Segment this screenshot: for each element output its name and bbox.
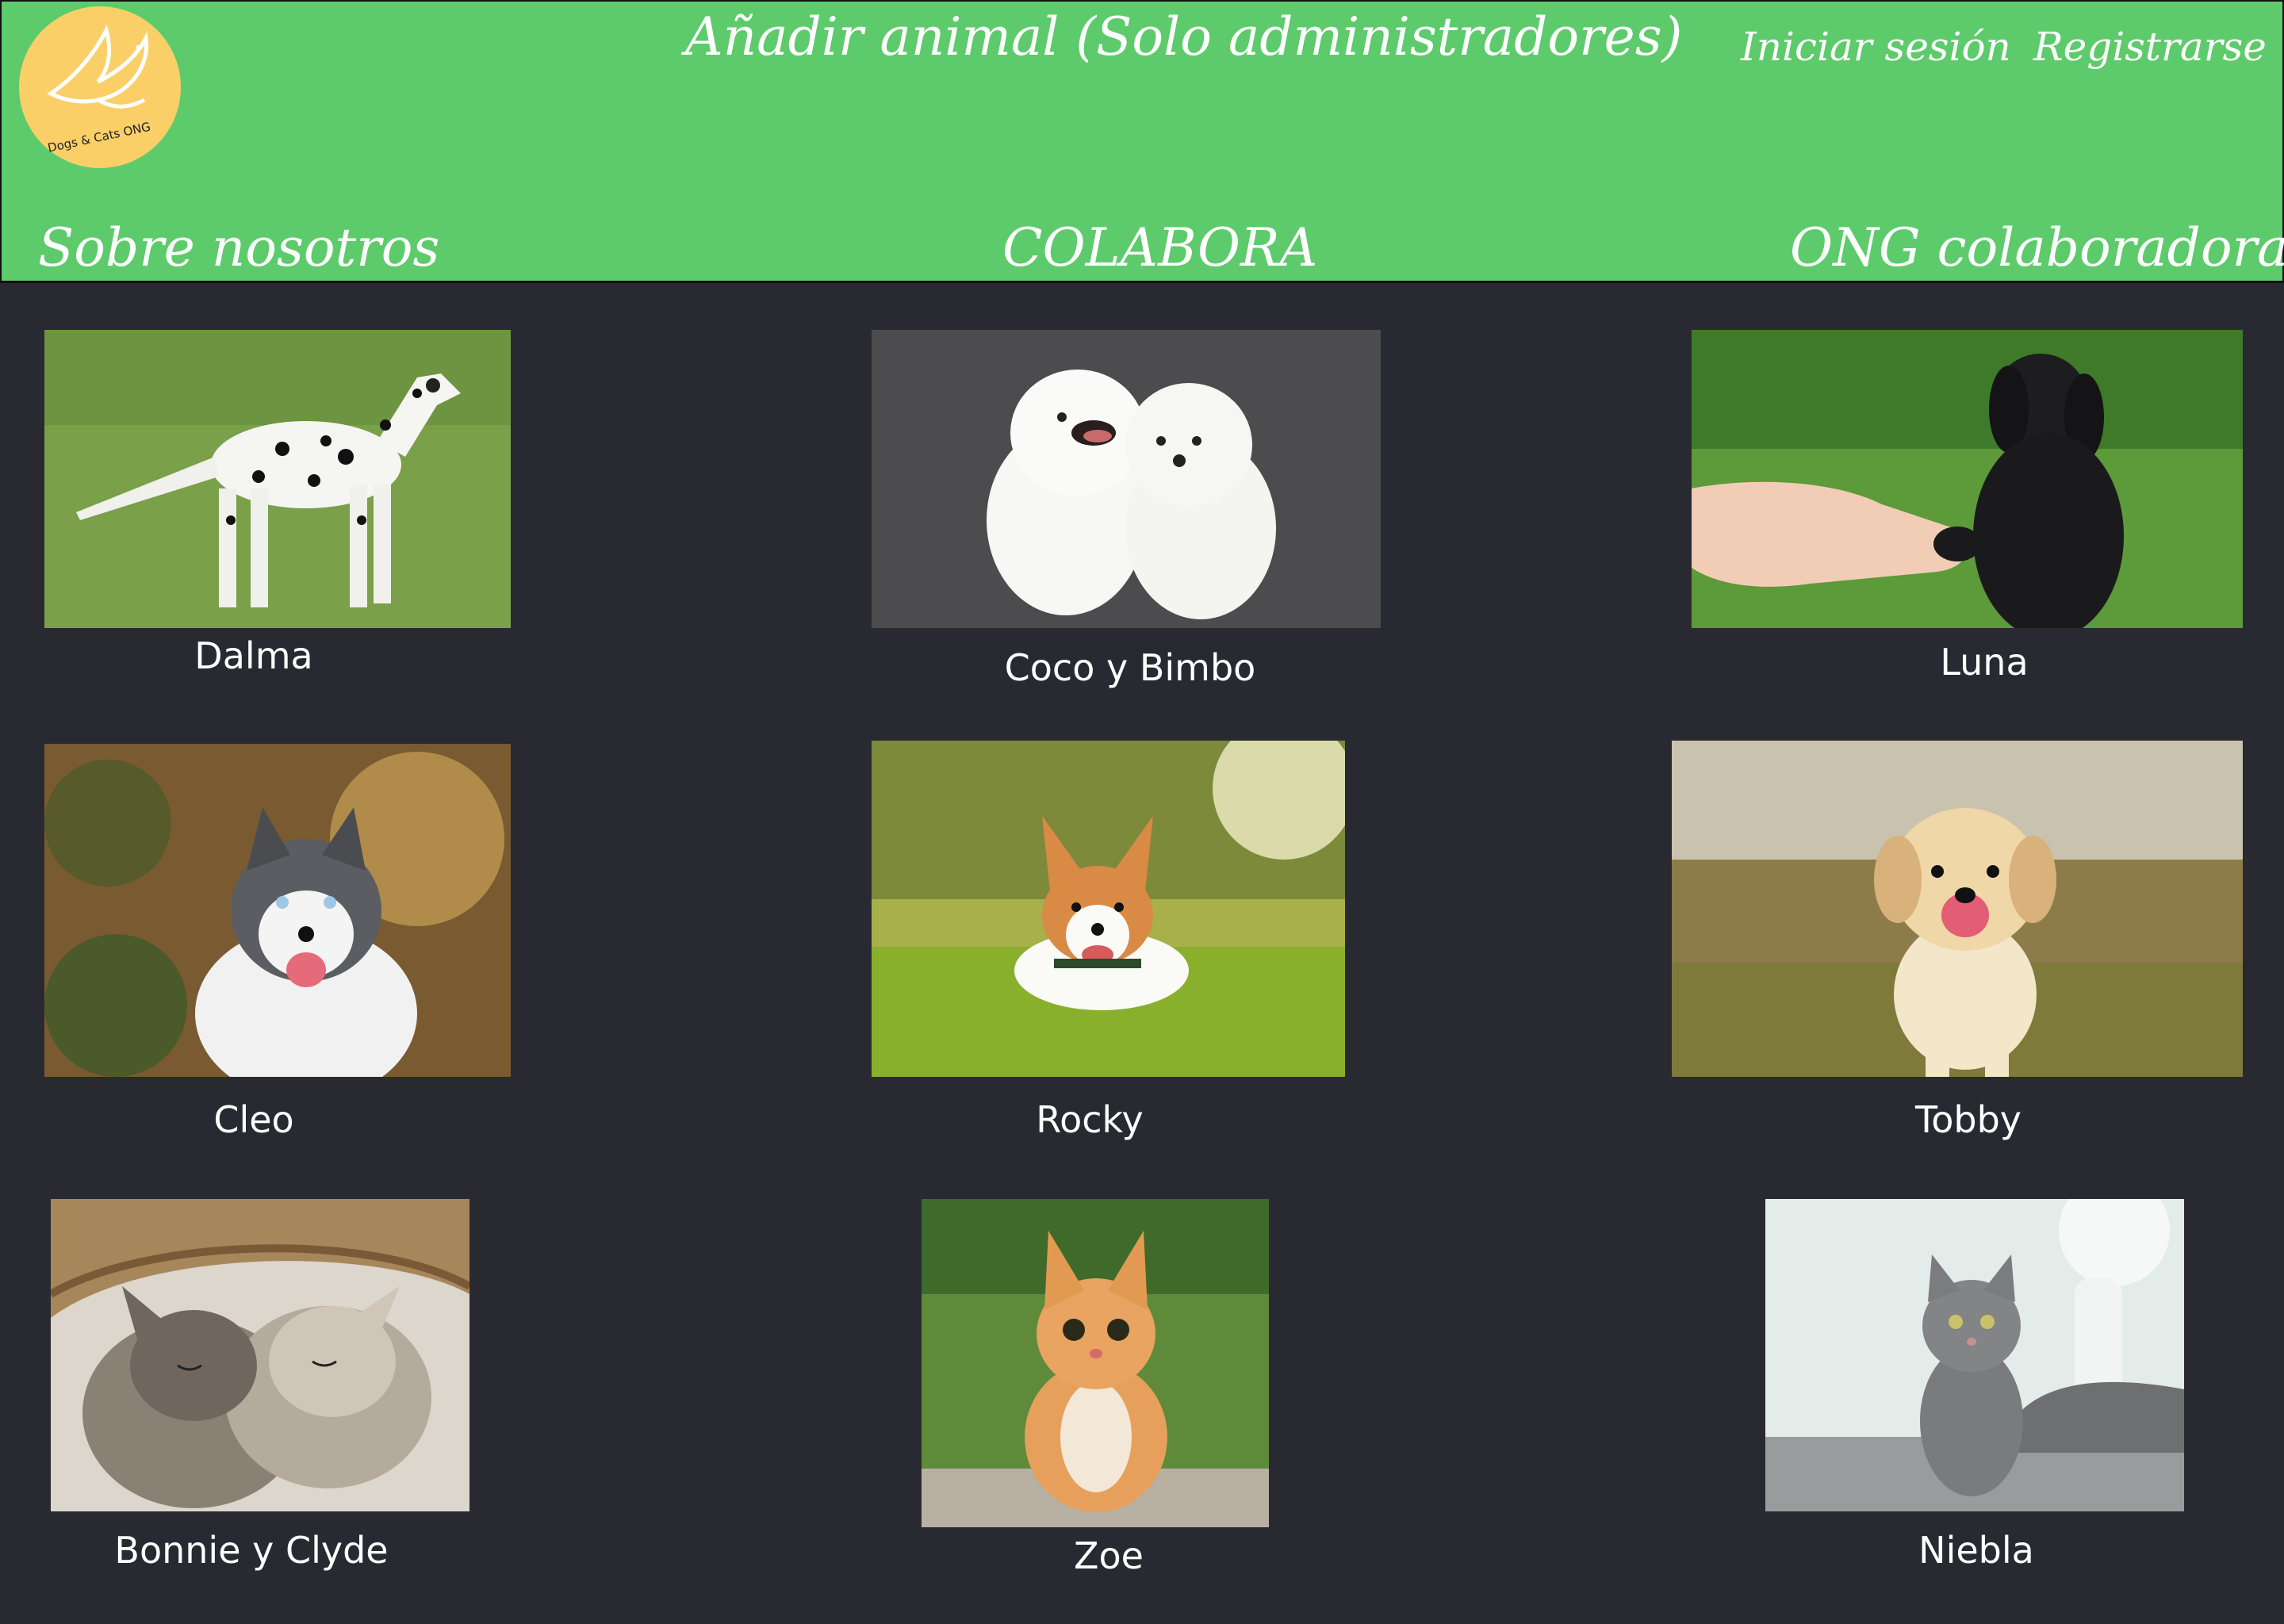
animal-name-tobby: Tobby xyxy=(1914,1098,2022,1141)
dove-logo-icon: Dogs & Cats ONG xyxy=(46,24,151,155)
husky-photo[interactable] xyxy=(44,744,511,1077)
site-header: Dogs & Cats ONG Añadir animal (Solo admi… xyxy=(0,0,2284,283)
animal-name-zoe: Zoe xyxy=(1074,1534,1144,1577)
nav-partner-ngos[interactable]: ONG colaboradoras xyxy=(1790,217,2284,278)
register-link[interactable]: Registrarse xyxy=(2033,24,2267,70)
white-puppies-photo[interactable] xyxy=(872,330,1381,628)
orange-kitten-photo[interactable] xyxy=(922,1199,1269,1527)
animal-name-bonnie-y-clyde: Bonnie y Clyde xyxy=(114,1529,389,1572)
add-animal-link[interactable]: Añadir animal (Solo administradores) xyxy=(685,6,1682,67)
animal-name-cleo: Cleo xyxy=(213,1098,294,1141)
nav-about-us[interactable]: Sobre nosotros xyxy=(38,217,439,278)
corgi-photo[interactable] xyxy=(872,741,1345,1077)
logo[interactable]: Dogs & Cats ONG xyxy=(19,6,181,168)
nav-collaborate[interactable]: COLABORA xyxy=(1002,217,1317,278)
animal-name-dalma: Dalma xyxy=(194,634,313,677)
kittens-basket-photo[interactable] xyxy=(51,1199,469,1511)
dalmatian-photo[interactable] xyxy=(44,330,511,628)
golden-puppy-photo[interactable] xyxy=(1672,741,2243,1077)
login-link[interactable]: Iniciar sesión xyxy=(1741,24,2011,70)
animal-name-coco-y-bimbo: Coco y Bimbo xyxy=(1004,646,1256,689)
logo-text: Dogs & Cats ONG xyxy=(46,120,151,155)
animal-name-luna: Luna xyxy=(1940,641,2029,684)
animal-name-niebla: Niebla xyxy=(1918,1529,2034,1572)
grey-cat-photo[interactable] xyxy=(1765,1199,2184,1511)
black-puppy-photo[interactable] xyxy=(1692,330,2243,628)
animal-name-rocky: Rocky xyxy=(1036,1098,1144,1141)
